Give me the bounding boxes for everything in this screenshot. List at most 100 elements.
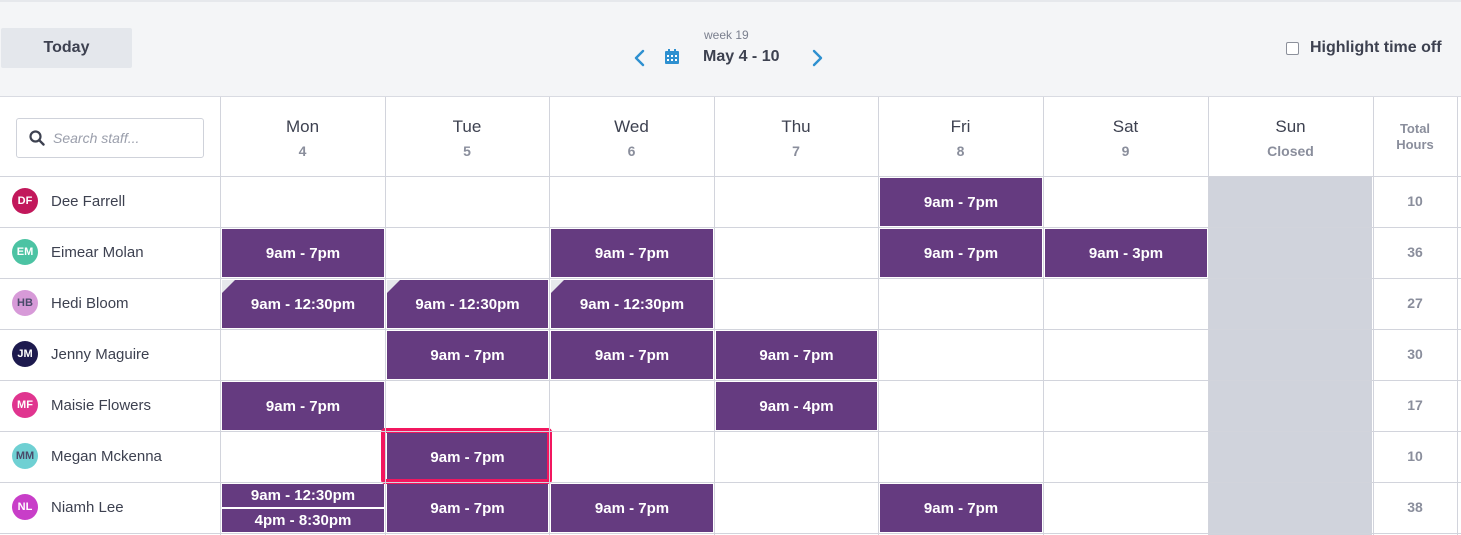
top-border [0, 0, 1461, 2]
staff-name: Eimear Molan [51, 243, 144, 261]
grid-column-divider [1208, 97, 1209, 535]
staff-row-name[interactable]: NL Niamh Lee [12, 482, 124, 532]
day-name: Tue [452, 117, 482, 136]
shift-block[interactable]: 9am - 7pm [716, 331, 877, 379]
grid-row-divider [0, 380, 1461, 381]
calendar-icon[interactable] [664, 48, 680, 65]
grid-column-divider [714, 97, 715, 535]
day-date: 7 [792, 143, 800, 159]
week-range[interactable]: May 4 - 10 [703, 48, 779, 66]
shift-block[interactable]: 9am - 7pm [222, 229, 384, 277]
shift-block[interactable]: 9am - 7pm [880, 484, 1042, 532]
grid-column-divider [220, 97, 221, 535]
day-name: Fri [950, 117, 971, 136]
total-hours-value: 27 [1407, 295, 1423, 311]
day-name: Sat [1112, 117, 1139, 136]
staff-row-name[interactable]: MF Maisie Flowers [12, 380, 151, 430]
day-header-thu: Thu 7 [714, 97, 878, 175]
roster-grid: Mon 4 Tue 5 Wed 6 Thu 7 Fri 8 Sat 9 Sun Closed Total … [0, 96, 1461, 535]
grid-column-divider [878, 97, 879, 535]
shift-block[interactable]: 9am - 4pm [716, 382, 877, 430]
total-hours-header: Total Hours [1373, 121, 1457, 153]
total-hours-value: 10 [1407, 193, 1423, 209]
grid-column-divider [1043, 97, 1044, 535]
shift-block[interactable]: 9am - 7pm [880, 178, 1042, 226]
avatar: MM [12, 443, 38, 469]
grid-column-divider [385, 97, 386, 535]
grid-row-divider [0, 278, 1461, 279]
shift-block[interactable]: 9am - 7pm [551, 331, 713, 379]
staff-name: Megan Mckenna [51, 447, 162, 465]
day-header-sun: Sun Closed [1208, 97, 1373, 175]
search-icon [29, 130, 45, 146]
staff-name: Niamh Lee [51, 498, 124, 516]
chevron-left-icon[interactable] [629, 46, 651, 70]
day-header-fri: Fri 8 [878, 97, 1043, 175]
week-number-label: week 19 [704, 28, 749, 42]
today-button[interactable]: Today [1, 28, 132, 68]
day-name: Wed [614, 117, 649, 136]
shift-block[interactable]: 9am - 12:30pm [387, 280, 548, 328]
shift-block[interactable]: 9am - 7pm [222, 382, 384, 430]
staff-row-name[interactable]: HB Hedi Bloom [12, 278, 129, 328]
day-name: Sun [1275, 117, 1306, 136]
shift-block[interactable]: 9am - 7pm [387, 331, 548, 379]
avatar: NL [12, 494, 38, 520]
shift-block[interactable]: 9am - 7pm [387, 484, 548, 532]
shift-block[interactable]: 9am - 7pm [551, 484, 713, 532]
staff-name: Dee Farrell [51, 192, 126, 210]
day-name: Thu [781, 117, 811, 136]
grid-row-divider [0, 329, 1461, 330]
day-name: Mon [285, 117, 320, 136]
day-date: 6 [627, 143, 636, 159]
staff-name: Maisie Flowers [51, 396, 152, 414]
highlight-time-off-label: Highlight time off [1310, 39, 1442, 56]
total-hours-value: 38 [1407, 499, 1423, 515]
staff-row-name[interactable]: DF Dee Farrell [12, 176, 125, 226]
day-date: 4 [298, 143, 307, 159]
shift-block[interactable]: 9am - 7pm [387, 433, 548, 481]
shift-block[interactable]: 9am - 3pm [1045, 229, 1207, 277]
avatar: JM [12, 341, 38, 367]
day-date: Closed [1267, 143, 1314, 159]
avatar: DF [12, 188, 38, 214]
day-header-wed: Wed 6 [549, 97, 714, 175]
grid-column-divider [1457, 97, 1458, 535]
staff-row-name[interactable]: JM Jenny Maguire [12, 329, 149, 379]
grid-row-divider [0, 431, 1461, 432]
avatar: EM [12, 239, 38, 265]
highlight-time-off-checkbox[interactable] [1286, 41, 1299, 55]
search-staff-box[interactable] [16, 118, 204, 158]
shift-block[interactable]: 9am - 12:30pm [551, 280, 713, 328]
total-hours-value: 10 [1407, 448, 1423, 464]
total-hours-value: 36 [1407, 244, 1423, 260]
grid-row-divider [0, 533, 1461, 534]
chevron-right-icon[interactable] [806, 46, 828, 70]
avatar: MF [12, 392, 38, 418]
shift-block[interactable]: 9am - 12:30pm [222, 484, 384, 507]
total-hours-value: 17 [1407, 397, 1423, 413]
highlight-time-off-toggle[interactable]: Highlight time off [1286, 38, 1442, 58]
grid-column-divider [1373, 97, 1374, 535]
day-date: 8 [956, 143, 965, 159]
shift-block[interactable]: 9am - 7pm [880, 229, 1042, 277]
grid-row-divider [0, 176, 1461, 177]
avatar: HB [12, 290, 38, 316]
staff-row-name[interactable]: MM Megan Mckenna [12, 431, 162, 481]
day-date: 9 [1121, 143, 1130, 159]
shift-block[interactable]: 9am - 12:30pm [222, 280, 384, 328]
staff-row-name[interactable]: EM Eimear Molan [12, 227, 144, 277]
total-hours-header-line1: Total [1399, 121, 1431, 136]
staff-name: Jenny Maguire [51, 345, 150, 363]
shift-block[interactable]: 9am - 7pm [551, 229, 713, 277]
total-hours-header-line2: Hours [1396, 137, 1434, 152]
day-header-tue: Tue 5 [385, 97, 549, 175]
grid-column-divider [549, 97, 550, 535]
grid-row-divider [0, 482, 1461, 483]
shift-block[interactable]: 4pm - 8:30pm [222, 509, 384, 532]
day-header-mon: Mon 4 [220, 97, 385, 175]
staff-name: Hedi Bloom [51, 294, 129, 312]
week-navigator: week 19 May 4 - 10 [620, 26, 840, 76]
search-staff-input[interactable] [53, 127, 198, 149]
day-date: 5 [463, 143, 471, 159]
